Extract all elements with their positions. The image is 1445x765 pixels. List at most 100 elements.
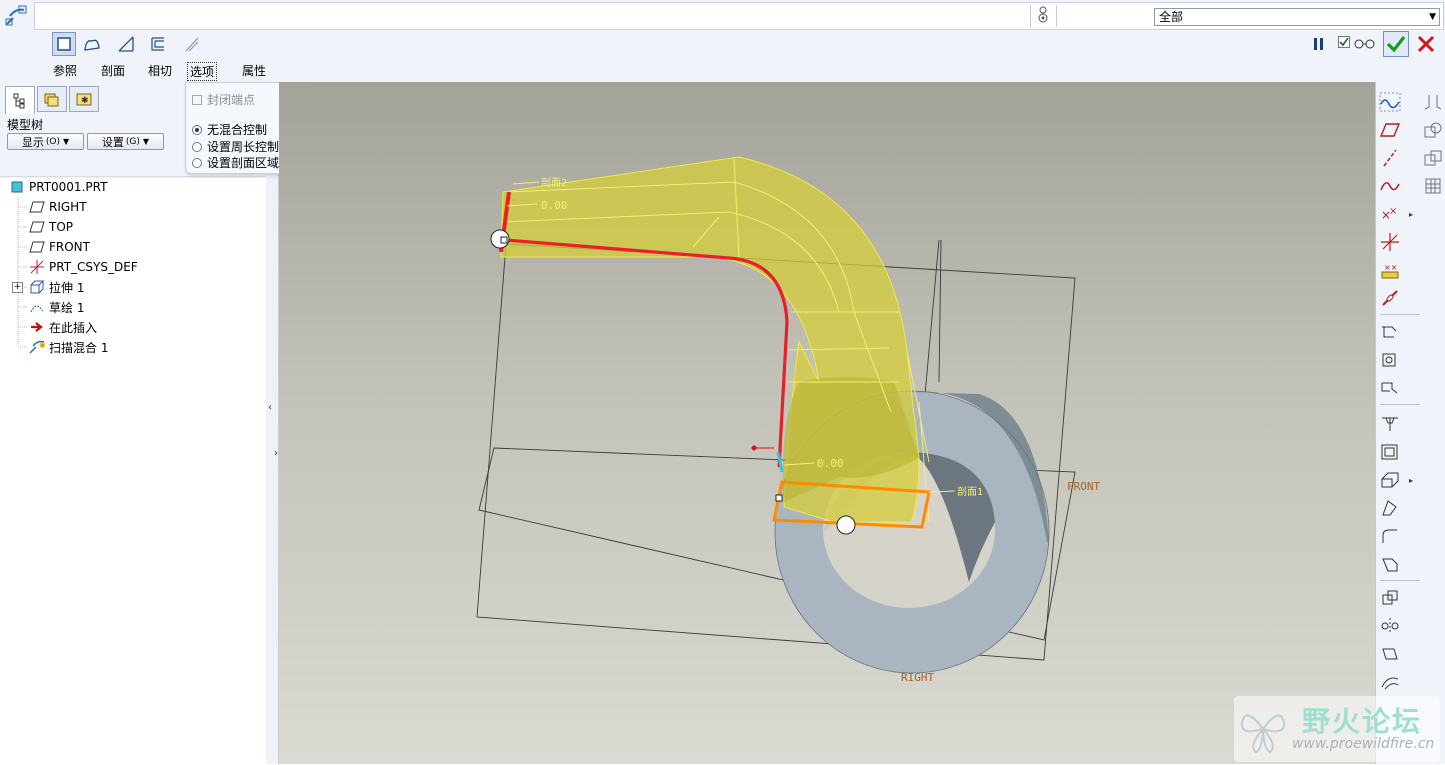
model-viewport[interactable]: 剖面2 0.00 0.00 剖面1 FRONT RIGHT <box>279 82 1375 764</box>
show-button-label: 显示 <box>21 135 44 149</box>
feature-dashboard: 全部 ▼ 参照 剖面 相切 选项 属性 <box>0 0 1445 83</box>
filter-dropdown[interactable]: 全部 ▼ <box>1154 8 1440 26</box>
flyout-arrow-icon[interactable]: ▸ <box>1409 476 1413 485</box>
section-label-bottom: 剖面1 <box>957 485 983 498</box>
cancel-button[interactable] <box>1416 34 1436 57</box>
mirror-tool-icon[interactable] <box>1377 614 1403 638</box>
radio-perimeter[interactable] <box>192 141 202 152</box>
draft-tool-icon[interactable] <box>1377 496 1403 520</box>
butterfly-logo-icon <box>1240 714 1286 754</box>
split-view-icon[interactable] <box>1420 90 1445 114</box>
close-ends-label: 封闭端点 <box>207 93 256 107</box>
datum-toolbar: × × ×× ▸ ▸ <box>1375 82 1445 764</box>
tree-item-extrude[interactable]: 拉伸 1 <box>28 277 84 297</box>
collapse-left-icon[interactable]: ‹ <box>268 402 272 413</box>
layer-icon[interactable] <box>1420 118 1445 142</box>
hole-tool-icon[interactable] <box>1377 412 1403 436</box>
chain-icon[interactable] <box>1377 286 1403 310</box>
radio-no-blend[interactable] <box>192 124 202 135</box>
flyout-arrow-icon[interactable]: ▸ <box>1409 210 1413 219</box>
close-ends-option: 封闭端点 <box>192 91 255 108</box>
preview-checkbox[interactable] <box>1338 36 1350 51</box>
sketch-tool-icon[interactable] <box>1036 6 1050 29</box>
datum-axis-icon[interactable] <box>1377 146 1403 170</box>
tree-item-csys[interactable]: PRT_CSYS_DEF <box>28 257 138 277</box>
round-tool-icon[interactable] <box>1377 524 1403 548</box>
tab-favorites[interactable]: ✱ <box>69 86 99 112</box>
tree-item-swept-blend[interactable]: ✱ 扫描混合 1 <box>28 337 108 357</box>
coordinate-system-icon[interactable] <box>1377 230 1403 254</box>
perimeter-label: 设置周长控制 <box>207 140 280 154</box>
sweep-tool-icon[interactable] <box>1377 376 1403 400</box>
no-blend-control-option[interactable]: 无混合控制 <box>192 121 267 138</box>
settings-button-label: 设置 <box>101 135 124 149</box>
trim-tool-icon[interactable] <box>1377 670 1403 694</box>
dimension-value-2[interactable]: 0.00 <box>817 457 844 470</box>
swept-blend-icon: ✱ <box>28 339 46 355</box>
datum-plane-icon <box>28 199 46 215</box>
navigator-panel: ✱ 模型树 显示 (O) ▼ 设置 (G) ▼ PRT0001.PRT RIGH… <box>0 82 267 764</box>
glasses-icon[interactable] <box>1353 36 1377 53</box>
revolve-tool-icon[interactable] <box>1377 348 1403 372</box>
pause-icon[interactable] <box>1311 37 1327 54</box>
surface-toggle-button[interactable] <box>80 32 104 56</box>
section-label-top: 剖面2 <box>541 176 567 189</box>
dimension-value-1[interactable]: 0.00 <box>541 199 568 212</box>
close-ends-checkbox <box>192 94 202 105</box>
extrude-tool-icon[interactable] <box>1377 320 1403 344</box>
toolbar-separator <box>1380 314 1420 315</box>
tree-item-right[interactable]: RIGHT <box>28 197 87 217</box>
tab-folder-browser[interactable] <box>37 86 67 112</box>
datum-label-front: FRONT <box>1067 480 1100 493</box>
tree-item-label: FRONT <box>49 240 90 254</box>
datum-point-icon[interactable]: × × <box>1377 202 1403 226</box>
expand-toggle[interactable]: + <box>12 282 23 293</box>
no-blend-label: 无混合控制 <box>207 123 268 137</box>
merge-tool-icon[interactable] <box>1377 642 1403 666</box>
filter-value: 全部 <box>1159 10 1184 24</box>
view-manager-icon[interactable] <box>1420 146 1445 170</box>
remove-material-button[interactable] <box>114 32 138 56</box>
datum-plane-icon[interactable] <box>1377 118 1403 142</box>
tree-item-front[interactable]: FRONT <box>28 237 90 257</box>
tree-item-label: 扫描混合 1 <box>49 340 109 355</box>
model-tree-title: 模型树 <box>7 118 44 132</box>
rib-tool-icon[interactable] <box>1377 468 1403 492</box>
tree-item-top[interactable]: TOP <box>28 217 73 237</box>
swept-blend-preview <box>490 156 956 535</box>
tree-item-sketch[interactable]: 草绘 1 <box>28 297 84 317</box>
tab-tangency[interactable]: 相切 <box>148 62 172 79</box>
watermark-title: 野火论坛 <box>1302 705 1423 738</box>
sketch-view-icon[interactable] <box>1377 90 1403 114</box>
tab-model-tree[interactable] <box>5 86 35 114</box>
shell-tool-icon[interactable] <box>1377 440 1403 464</box>
radio-area[interactable] <box>192 157 202 168</box>
tree-item-part[interactable]: PRT0001.PRT <box>8 177 107 197</box>
analysis-icon[interactable]: ×× <box>1377 258 1403 282</box>
chevron-down-icon: ▼ <box>62 137 70 146</box>
svg-text:××: ×× <box>1384 263 1397 272</box>
tab-options[interactable]: 选项 <box>187 62 218 81</box>
watermark-url: www.proewildfire.cn <box>1292 736 1435 752</box>
panel-splitter[interactable]: ‹ › <box>266 82 279 764</box>
tree-item-insert-here[interactable]: 在此插入 <box>28 317 97 337</box>
blend-toggle-button[interactable] <box>180 32 204 56</box>
tab-sections[interactable]: 剖面 <box>101 62 125 79</box>
tree-item-label: RIGHT <box>49 200 87 214</box>
grid-icon[interactable] <box>1420 174 1445 198</box>
settings-button[interactable]: 设置 (G) ▼ <box>87 133 164 150</box>
show-button[interactable]: 显示 (O) ▼ <box>7 133 84 150</box>
apply-button[interactable] <box>1383 31 1409 57</box>
solid-toggle-button[interactable] <box>52 32 76 56</box>
thicken-button[interactable] <box>146 32 170 56</box>
tab-references[interactable]: 参照 <box>53 62 77 79</box>
datum-curve-icon[interactable] <box>1377 174 1403 198</box>
graphics-window[interactable]: 剖面2 0.00 0.00 剖面1 FRONT RIGHT <box>279 82 1375 764</box>
chamfer-tool-icon[interactable] <box>1377 552 1403 576</box>
perimeter-control-option[interactable]: 设置周长控制 <box>192 138 279 155</box>
close-icon <box>1417 35 1435 53</box>
tab-properties[interactable]: 属性 <box>242 62 266 79</box>
expand-right-icon[interactable]: › <box>274 448 278 459</box>
check-icon <box>1386 36 1406 53</box>
copy-tool-icon[interactable] <box>1377 586 1403 610</box>
